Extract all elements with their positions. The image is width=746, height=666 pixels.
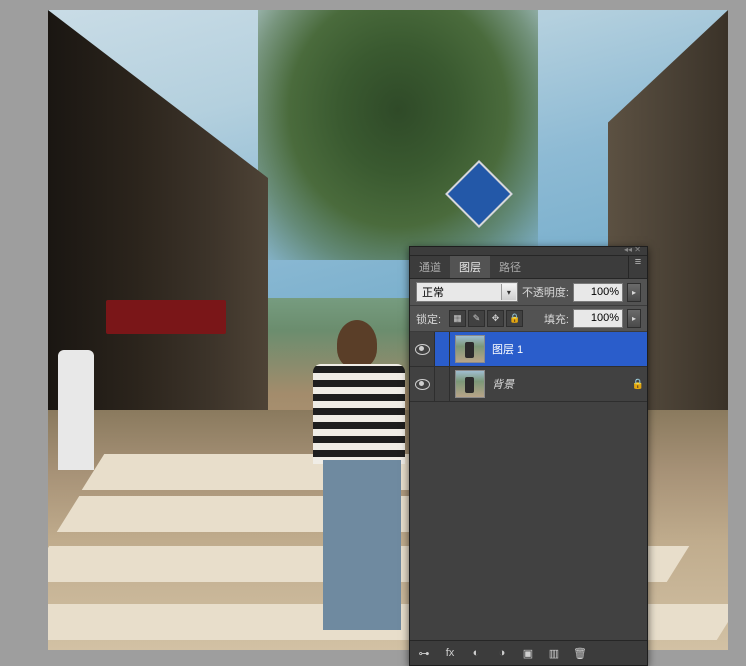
trash-icon[interactable]: 🗑 [571, 645, 589, 661]
layer-name[interactable]: 背景 [490, 376, 629, 392]
link-layers-icon[interactable]: ⊶ [415, 645, 433, 661]
lock-move-icon[interactable]: ✥ [487, 310, 504, 327]
layer-thumbnail[interactable] [455, 370, 485, 398]
adjustment-icon[interactable]: ◑ [493, 645, 511, 661]
panel-tabs: 通道 图层 路径 ≡ [410, 256, 647, 279]
layer-row[interactable]: 背景 🔒 [410, 367, 647, 402]
fill-label: 填充: [544, 311, 569, 327]
lock-label: 锁定: [416, 311, 441, 327]
fill-arrow-icon[interactable]: ▸ [627, 309, 641, 328]
layer-thumbnail[interactable] [455, 335, 485, 363]
lock-paint-icon[interactable]: ✎ [468, 310, 485, 327]
tab-paths[interactable]: 路径 [490, 256, 530, 278]
layer-name[interactable]: 图层 1 [490, 341, 629, 357]
fx-icon[interactable]: fx [441, 645, 459, 661]
photo-tree [258, 10, 538, 260]
workspace-background: ◂◂ ✕ 通道 图层 路径 ≡ 正常 ▾ 不透明度: 100% ▸ 锁定: ▦ … [0, 0, 746, 657]
mask-icon[interactable]: ◐ [467, 645, 485, 661]
tab-channels[interactable]: 通道 [410, 256, 450, 278]
lock-fill-row: 锁定: ▦ ✎ ✥ 🔒 填充: 100% ▸ [410, 306, 647, 332]
layers-list: 图层 1 背景 🔒 [410, 332, 647, 640]
link-column[interactable] [435, 332, 450, 366]
panel-grip[interactable]: ◂◂ ✕ [410, 247, 647, 256]
photo-pedestrian [58, 350, 94, 470]
blend-mode-select[interactable]: 正常 ▾ [416, 282, 518, 302]
layers-footer: ⊶ fx ◐ ◑ ▣ ▥ 🗑 [410, 640, 647, 665]
layers-empty-area[interactable] [410, 402, 647, 640]
lock-icon: 🔒 [629, 379, 647, 390]
lock-buttons: ▦ ✎ ✥ 🔒 [449, 310, 523, 327]
new-layer-icon[interactable]: ▥ [545, 645, 563, 661]
eye-icon [415, 379, 430, 390]
link-column[interactable] [435, 367, 450, 401]
dropdown-icon: ▾ [501, 284, 516, 300]
folder-icon[interactable]: ▣ [519, 645, 537, 661]
panel-menu-icon[interactable]: ≡ [628, 256, 647, 278]
lock-transparency-icon[interactable]: ▦ [449, 310, 466, 327]
opacity-label: 不透明度: [522, 284, 569, 300]
blend-mode-value: 正常 [422, 284, 444, 300]
opacity-arrow-icon[interactable]: ▸ [627, 283, 641, 302]
eye-icon [415, 344, 430, 355]
lock-all-icon[interactable]: 🔒 [506, 310, 523, 327]
tab-layers[interactable]: 图层 [450, 256, 490, 278]
visibility-toggle[interactable] [410, 367, 435, 401]
photo-sign-red [106, 300, 226, 334]
blend-opacity-row: 正常 ▾ 不透明度: 100% ▸ [410, 279, 647, 306]
fill-input[interactable]: 100% [573, 309, 623, 328]
opacity-input[interactable]: 100% [573, 283, 623, 302]
visibility-toggle[interactable] [410, 332, 435, 366]
layers-panel: ◂◂ ✕ 通道 图层 路径 ≡ 正常 ▾ 不透明度: 100% ▸ 锁定: ▦ … [409, 246, 648, 666]
layer-row[interactable]: 图层 1 [410, 332, 647, 367]
